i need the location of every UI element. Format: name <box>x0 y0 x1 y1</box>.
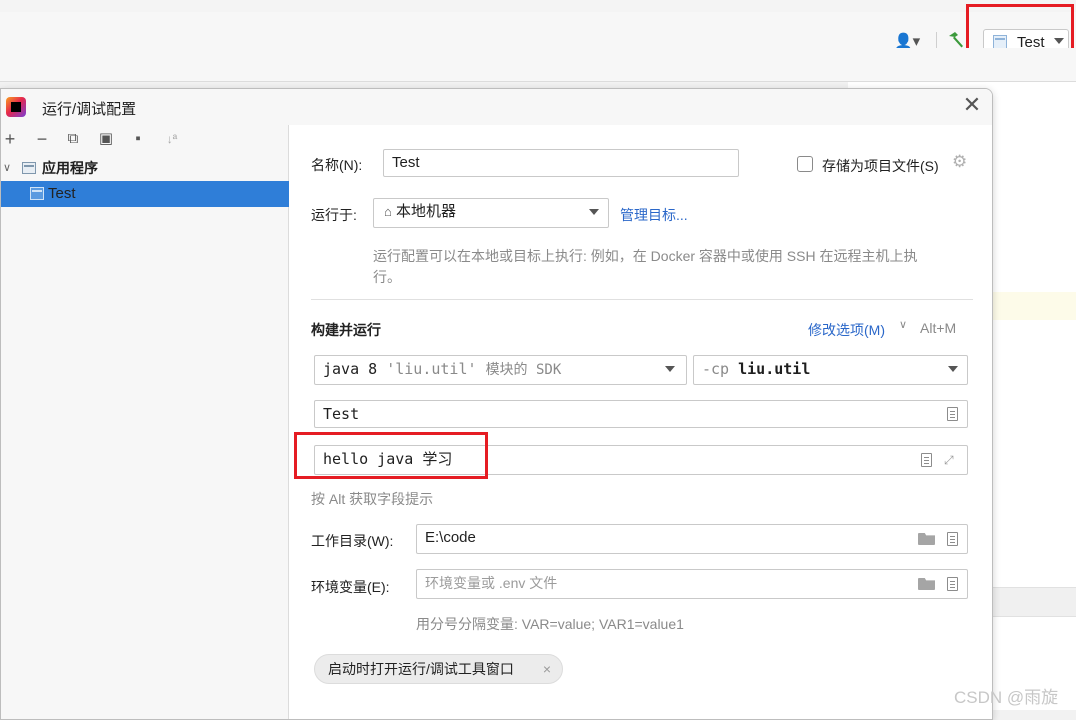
browse-document-icon[interactable] <box>947 407 958 421</box>
close-icon[interactable]: ✕ <box>961 94 983 116</box>
build-hammer-icon[interactable] <box>946 30 966 50</box>
build-run-heading: 构建并运行 <box>311 322 381 338</box>
modify-options-link[interactable]: 修改选项(M) <box>808 320 885 340</box>
chevron-down-icon[interactable]: ∨ <box>3 155 11 181</box>
chevron-down-icon <box>948 366 958 372</box>
browse-document-icon[interactable] <box>921 453 932 467</box>
add-icon[interactable]: + <box>1 129 19 149</box>
run-on-label: 运行于: <box>311 207 357 223</box>
browse-document-icon[interactable] <box>947 577 958 591</box>
sort-icon[interactable]: ↓ª <box>161 129 183 149</box>
folder-open-icon[interactable] <box>918 578 935 590</box>
highlight-box-program-args <box>294 432 488 479</box>
gear-icon[interactable]: ⚙ <box>952 152 967 172</box>
sdk-java-version: java 8 <box>323 360 378 378</box>
home-icon: ⌂ <box>384 204 392 219</box>
config-file-icon <box>30 187 44 200</box>
cp-module: liu.util <box>738 360 811 378</box>
workdir-label: 工作目录(W): <box>311 533 394 549</box>
chevron-down-icon <box>589 209 599 215</box>
browse-document-icon[interactable] <box>947 532 958 546</box>
name-field[interactable]: Test <box>383 149 739 177</box>
copy-icon[interactable]: ⧉ <box>64 129 82 149</box>
workdir-field[interactable]: E:\code <box>416 524 968 554</box>
run-on-dropdown[interactable]: ⌂ 本地机器 <box>373 198 609 228</box>
sdk-suffix: 模块的 SDK <box>485 362 562 378</box>
chip-close-icon[interactable]: × <box>543 655 551 683</box>
store-as-file-label[interactable]: 存储为项目文件(S) <box>822 156 939 176</box>
classpath-dropdown[interactable]: -cp liu.util <box>693 355 968 385</box>
save-icon[interactable]: ▣ <box>97 129 115 149</box>
env-hint: 用分号分隔变量: VAR=value; VAR1=value1 <box>416 616 684 632</box>
section-divider <box>311 299 973 300</box>
intellij-logo-icon <box>6 97 26 117</box>
tree-group-label: 应用程序 <box>42 160 98 176</box>
secondary-toolbar <box>0 48 1076 82</box>
config-tree-toolbar: + − ⧉ ▣ ▪ ↓ª <box>1 125 289 155</box>
run-on-hint-line1: 运行配置可以在本地或目标上执行: 例如，在 Docker 容器中或使用 SSH … <box>373 248 918 264</box>
tree-item-label: Test <box>48 185 76 202</box>
workdir-value: E:\code <box>425 529 476 546</box>
main-class-field[interactable]: Test <box>314 400 968 428</box>
remove-icon[interactable]: − <box>33 129 51 149</box>
chevron-down-icon[interactable]: ∨ <box>899 318 907 331</box>
chip-label: 启动时打开运行/调试工具窗口 <box>328 661 514 677</box>
config-form: 名称(N): Test 存储为项目文件(S) ⚙ 运行于: ⌂ 本地机器 管理目… <box>289 125 992 719</box>
config-tree: ∨ 应用程序 Test <box>1 155 289 207</box>
move-to-folder-icon[interactable]: ▪ <box>129 129 147 149</box>
folder-open-icon[interactable] <box>918 533 935 545</box>
application-config-icon <box>22 162 36 174</box>
manage-targets-link[interactable]: 管理目标... <box>620 205 688 225</box>
run-on-value: 本地机器 <box>396 203 457 220</box>
expand-icon[interactable]: ⤢ <box>944 453 958 467</box>
main-class-value: Test <box>323 405 360 423</box>
open-tool-window-chip[interactable]: 启动时打开运行/调试工具窗口 × <box>314 654 563 684</box>
run-debug-config-dialog: 运行/调试配置 ✕ + − ⧉ ▣ ▪ ↓ª ∨ 应用程序 Test 名称(N)… <box>0 88 993 720</box>
store-as-file-checkbox[interactable] <box>797 156 813 172</box>
sdk-dropdown[interactable]: java 8 'liu.util' 模块的 SDK <box>314 355 687 385</box>
dialog-title-bar[interactable]: 运行/调试配置 ✕ <box>1 89 992 125</box>
dialog-title: 运行/调试配置 <box>42 101 137 118</box>
alt-hint: 按 Alt 获取字段提示 <box>311 491 434 507</box>
env-field[interactable]: 环境变量或 .env 文件 <box>416 569 968 599</box>
env-placeholder: 环境变量或 .env 文件 <box>425 575 558 591</box>
sdk-module-name: 'liu.util' <box>386 360 477 378</box>
run-on-hint-line2: 行。 <box>373 269 401 285</box>
modify-options-shortcut: Alt+M <box>920 320 957 336</box>
config-tree-pane: + − ⧉ ▣ ▪ ↓ª ∨ 应用程序 Test <box>1 125 289 719</box>
name-label: 名称(N): <box>311 157 363 173</box>
main-toolbar: 👤▾ Test <box>0 12 1076 55</box>
watermark: CSDN @雨旋 <box>954 688 1059 707</box>
highlight-box-config-selector <box>966 4 1074 54</box>
chevron-down-icon <box>665 366 675 372</box>
tree-group-application[interactable]: ∨ 应用程序 <box>1 155 289 181</box>
tree-item-test[interactable]: Test <box>1 181 289 207</box>
env-label: 环境变量(E): <box>311 579 390 595</box>
cp-prefix: -cp <box>702 360 730 378</box>
